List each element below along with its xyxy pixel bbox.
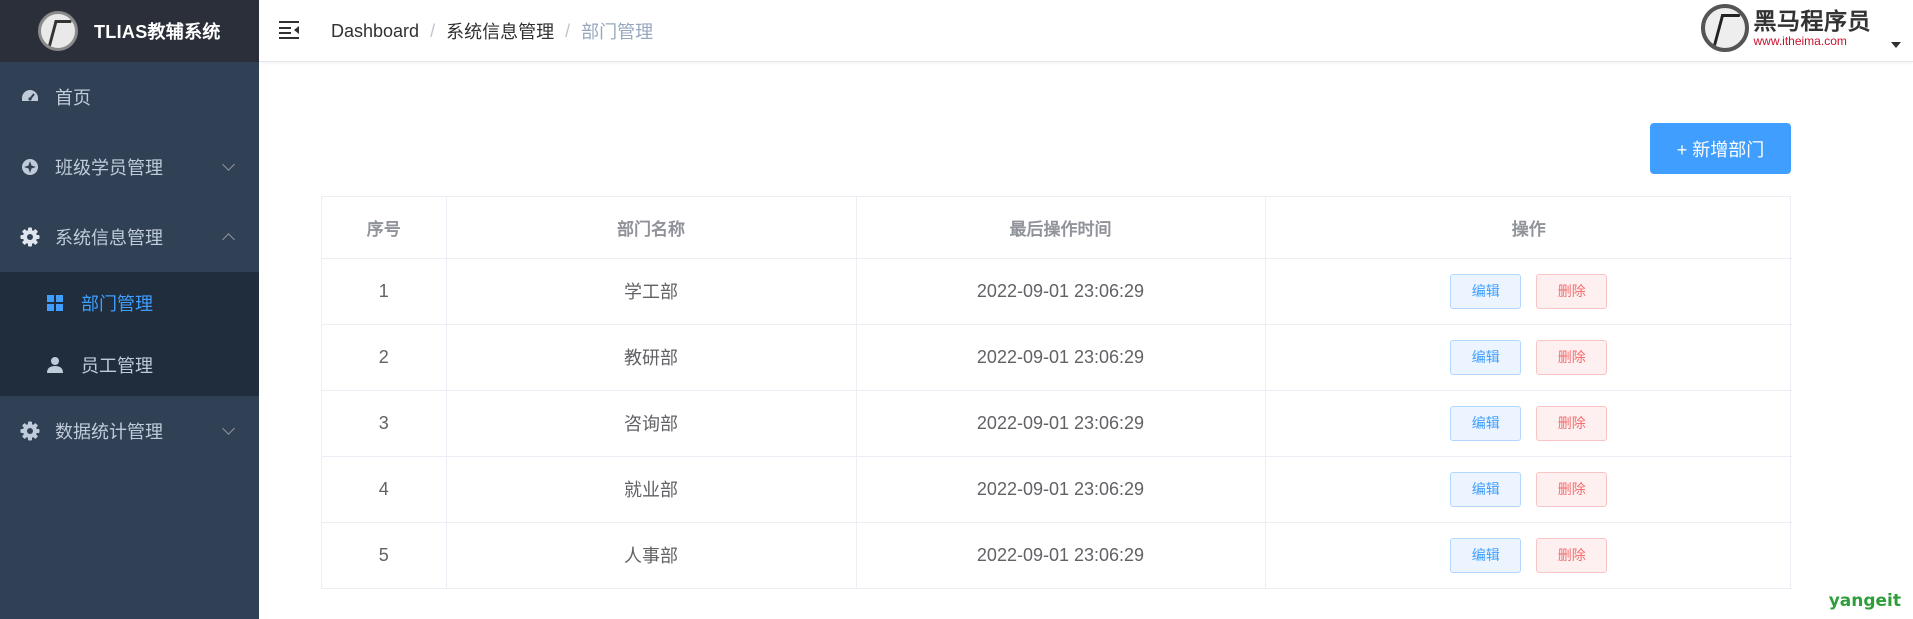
- sidebar-item-system-info[interactable]: 系统信息管理: [0, 202, 259, 272]
- column-header-actions: 操作: [1265, 197, 1792, 259]
- cell-actions: 编辑 删除: [1265, 258, 1792, 325]
- chevron-down-icon: [222, 158, 235, 171]
- dashboard-icon: [19, 86, 41, 108]
- table-row: 2 教研部 2022-09-01 23:06:29 编辑 删除: [322, 324, 1792, 391]
- submenu-system-info: 部门管理 员工管理: [0, 272, 259, 396]
- top-header: Dashboard / 系统信息管理 / 部门管理 黑马程序员 www.ithe…: [259, 0, 1913, 62]
- cell-name: 咨询部: [446, 390, 857, 457]
- sidebar-item-label: 员工管理: [81, 356, 153, 376]
- cell-name: 学工部: [446, 258, 857, 325]
- cell-actions: 编辑 删除: [1265, 390, 1792, 457]
- department-table: 序号 部门名称 最后操作时间 操作 1 学工部 2022-09-01 23:06…: [321, 196, 1792, 589]
- table-row: 4 就业部 2022-09-01 23:06:29 编辑 删除: [322, 456, 1792, 523]
- sidebar-item-label: 首页: [55, 88, 91, 108]
- cell-time: 2022-09-01 23:06:29: [856, 324, 1266, 391]
- breadcrumb-separator: /: [565, 20, 571, 41]
- delete-button[interactable]: 删除: [1536, 471, 1608, 507]
- brand-logo-icon: [1700, 4, 1749, 52]
- column-header-time: 最后操作时间: [856, 197, 1266, 259]
- cell-time: 2022-09-01 23:06:29: [856, 456, 1266, 523]
- aim-icon: [19, 156, 41, 178]
- edit-button[interactable]: 编辑: [1450, 537, 1522, 573]
- sidebar-item-label: 班级学员管理: [55, 158, 163, 178]
- sidebar-item-class-students[interactable]: 班级学员管理: [0, 132, 259, 202]
- column-header-index: 序号: [322, 197, 447, 259]
- cell-name: 人事部: [446, 522, 857, 589]
- caret-down-icon[interactable]: [1891, 42, 1901, 48]
- cell-time: 2022-09-01 23:06:29: [856, 390, 1266, 457]
- cell-time: 2022-09-01 23:06:29: [856, 522, 1266, 589]
- chevron-up-icon: [222, 233, 235, 246]
- breadcrumb-separator: /: [430, 20, 436, 41]
- cell-actions: 编辑 删除: [1265, 522, 1792, 589]
- table-row: 1 学工部 2022-09-01 23:06:29 编辑 删除: [322, 258, 1792, 325]
- add-department-button[interactable]: + 新增部门: [1650, 123, 1791, 174]
- cell-index: 4: [322, 456, 447, 523]
- breadcrumb-dashboard[interactable]: Dashboard: [331, 21, 419, 42]
- sidebar-item-department[interactable]: 部门管理: [0, 272, 259, 334]
- sidebar-item-label: 数据统计管理: [55, 422, 163, 442]
- edit-button[interactable]: 编辑: [1450, 273, 1522, 309]
- chevron-down-icon: [222, 422, 235, 435]
- cell-actions: 编辑 删除: [1265, 324, 1792, 391]
- grid-icon: [45, 293, 65, 313]
- edit-button[interactable]: 编辑: [1450, 339, 1522, 375]
- sidebar: TLIAS教辅系统 首页 班级学员管理 系统信息管理 部门管理 员工管理 数据统…: [0, 0, 259, 619]
- breadcrumb: Dashboard / 系统信息管理 / 部门管理: [331, 18, 653, 44]
- app-title: TLIAS教辅系统: [94, 22, 221, 42]
- hamburger-icon[interactable]: [279, 20, 301, 40]
- delete-button[interactable]: 删除: [1536, 273, 1608, 309]
- column-header-name: 部门名称: [446, 197, 857, 259]
- delete-button[interactable]: 删除: [1536, 405, 1608, 441]
- table-row: 3 咨询部 2022-09-01 23:06:29 编辑 删除: [322, 390, 1792, 457]
- cell-actions: 编辑 删除: [1265, 456, 1792, 523]
- edit-button[interactable]: 编辑: [1450, 405, 1522, 441]
- brand-logo[interactable]: 黑马程序员 www.itheima.com: [1700, 4, 1872, 52]
- sidebar-item-label: 系统信息管理: [55, 228, 163, 248]
- sidebar-item-employee[interactable]: 员工管理: [0, 334, 259, 396]
- cell-time: 2022-09-01 23:06:29: [856, 258, 1266, 325]
- sidebar-item-label: 部门管理: [81, 294, 153, 314]
- logo-bar[interactable]: TLIAS教辅系统: [0, 0, 259, 62]
- watermark-text: yangeit: [1828, 591, 1901, 611]
- delete-button[interactable]: 删除: [1536, 339, 1608, 375]
- cell-index: 2: [322, 324, 447, 391]
- table-row: 5 人事部 2022-09-01 23:06:29 编辑 删除: [322, 522, 1792, 589]
- breadcrumb-current: 部门管理: [581, 22, 654, 42]
- gear-icon: [19, 420, 41, 442]
- brand-url: www.itheima.com: [1753, 34, 1847, 48]
- sidebar-item-home[interactable]: 首页: [0, 62, 259, 132]
- breadcrumb-system-info[interactable]: 系统信息管理: [446, 18, 554, 44]
- user-icon: [45, 355, 65, 375]
- cell-index: 1: [322, 258, 447, 325]
- edit-button[interactable]: 编辑: [1450, 471, 1522, 507]
- cell-index: 5: [322, 522, 447, 589]
- delete-button[interactable]: 删除: [1536, 537, 1608, 573]
- table-header-row: 序号 部门名称 最后操作时间 操作: [322, 197, 1792, 259]
- gear-icon: [19, 226, 41, 248]
- logo-icon: [38, 11, 78, 51]
- brand-title: 黑马程序员: [1753, 8, 1871, 34]
- cell-name: 就业部: [446, 456, 857, 523]
- cell-index: 3: [322, 390, 447, 457]
- sidebar-item-statistics[interactable]: 数据统计管理: [0, 396, 259, 466]
- cell-name: 教研部: [446, 324, 857, 391]
